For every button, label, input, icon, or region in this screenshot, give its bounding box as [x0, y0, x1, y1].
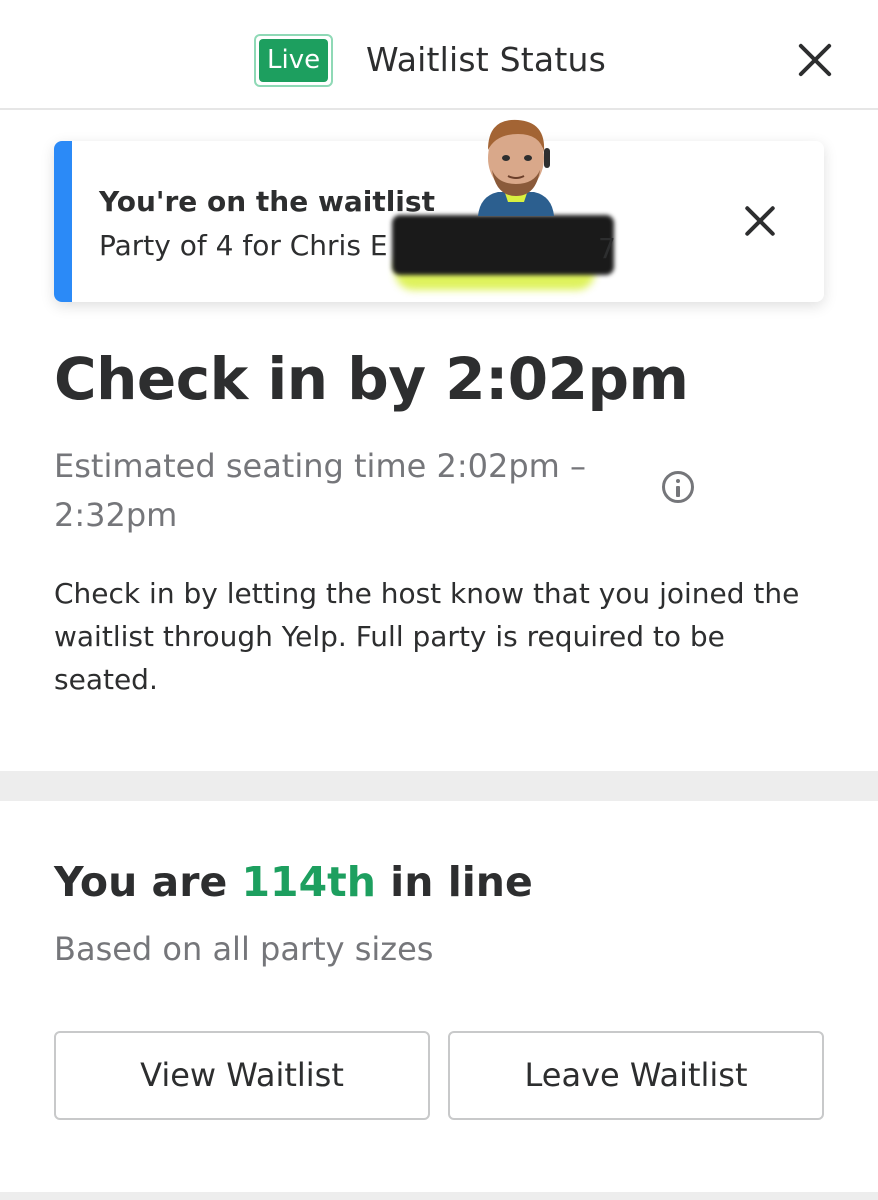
notification-accent-bar [54, 141, 72, 302]
estimated-seating-time: Estimated seating time 2:02pm – 2:32pm [54, 447, 586, 534]
dismiss-notification-icon[interactable] [742, 203, 778, 239]
queue-position-value: 114th [241, 858, 376, 906]
live-badge: Live [254, 34, 334, 87]
section-divider [0, 771, 878, 801]
info-icon[interactable] [662, 471, 694, 503]
queue-position-prefix: You are [54, 858, 242, 906]
checkin-deadline-heading: Check in by 2:02pm [54, 345, 689, 413]
view-waitlist-button[interactable]: View Waitlist [54, 1031, 430, 1120]
close-icon[interactable] [795, 40, 835, 80]
notification-title: You're on the waitlist [99, 185, 435, 218]
notification-subtitle-tail: 7 [598, 232, 616, 265]
avatar [478, 119, 554, 216]
live-badge-label: Live [259, 39, 329, 82]
notification-subtitle: Party of 4 for Chris E [99, 229, 388, 262]
header-bar: Live Waitlist Status [0, 0, 878, 110]
queue-position-subtitle: Based on all party sizes [54, 930, 434, 968]
bottom-divider [0, 1192, 878, 1200]
redaction-mark [392, 215, 614, 275]
checkin-instructions: Check in by letting the host know that y… [54, 577, 800, 696]
queue-position-suffix: in line [375, 858, 533, 906]
page-title: Waitlist Status [366, 40, 606, 79]
leave-waitlist-button[interactable]: Leave Waitlist [448, 1031, 824, 1120]
queue-position-heading: You are 114th in line [54, 858, 533, 906]
